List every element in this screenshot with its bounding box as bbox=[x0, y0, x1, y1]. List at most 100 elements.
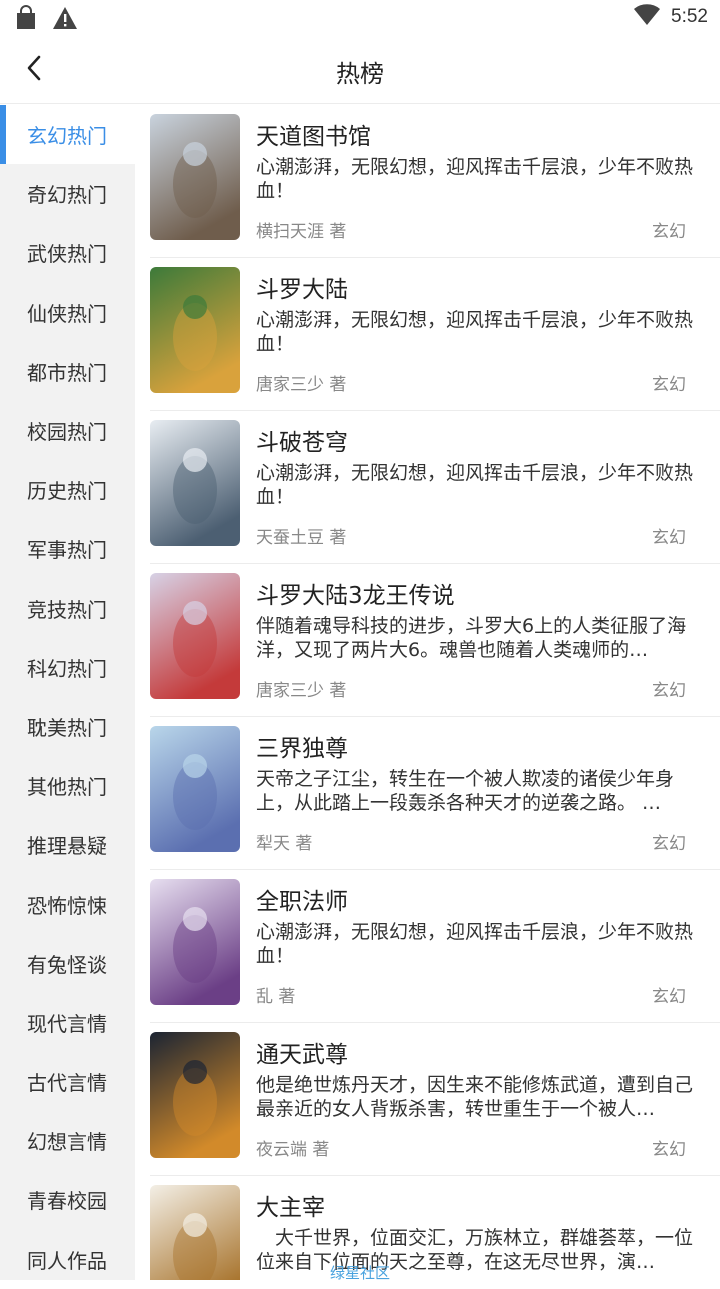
book-cover-image bbox=[150, 420, 240, 546]
sidebar-item-12[interactable]: 推理悬疑 bbox=[0, 815, 135, 874]
sidebar-item-label: 武侠热门 bbox=[27, 242, 107, 267]
sidebar-item-label: 科幻热门 bbox=[27, 656, 107, 681]
sidebar-item-label: 奇幻热门 bbox=[27, 183, 107, 208]
book-description: 大千世界，位面交汇，万族林立，群雄荟萃，一位位来自下位面的天之至尊，在这无尽世界… bbox=[256, 1227, 694, 1273]
book-list: 天道图书馆 心潮澎湃，无限幻想，迎风挥击千层浪，少年不败热血！ 横扫天涯 著玄幻 斗罗… bbox=[135, 105, 720, 1280]
book-description: 心潮澎湃，无限幻想，迎风挥击千层浪，少年不败热血！ bbox=[256, 156, 694, 202]
sidebar-item-17[interactable]: 幻想言情 bbox=[0, 1111, 135, 1170]
book-title: 斗罗大陆3龙王传说 bbox=[256, 583, 455, 609]
book-description: 伴随着魂导科技的进步，斗罗大6上的人类征服了海洋，又现了两片大6。魂兽也随着人类… bbox=[256, 615, 687, 661]
shopping-bag-icon bbox=[14, 5, 38, 35]
book-title: 全职法师 bbox=[256, 889, 348, 915]
book-cover-image bbox=[150, 267, 240, 393]
book-cover-image bbox=[150, 1185, 240, 1280]
book-genre: 玄幻 bbox=[652, 222, 686, 242]
book-description: 心潮澎湃，无限幻想，迎风挥击千层浪，少年不败热血！ bbox=[256, 921, 694, 967]
book-title: 三界独尊 bbox=[256, 736, 348, 762]
sidebar-item-label: 历史热门 bbox=[27, 479, 107, 504]
book-author: 夜云端 著 bbox=[256, 1140, 330, 1160]
sidebar-item-label: 都市热门 bbox=[27, 360, 107, 385]
book-author: 乱 著 bbox=[256, 987, 296, 1007]
sidebar-item-8[interactable]: 竞技热门 bbox=[0, 579, 135, 638]
book-description: 心潮澎湃，无限幻想，迎风挥击千层浪，少年不败热血！ bbox=[256, 462, 694, 508]
book-genre: 玄幻 bbox=[652, 987, 686, 1007]
cover-art bbox=[150, 1032, 240, 1158]
book-row[interactable]: 三界独尊天帝之子江尘，转生在一个被人欺凌的诸侯少年身上，从此踏上一段轰杀各种天才… bbox=[150, 717, 720, 870]
sidebar-item-label: 耽美热门 bbox=[27, 715, 107, 740]
status-bar: 5:52 bbox=[0, 0, 720, 38]
book-genre: 玄幻 bbox=[652, 375, 686, 395]
book-genre: 玄幻 bbox=[652, 528, 686, 548]
cover-art bbox=[150, 726, 240, 852]
sidebar-item-10[interactable]: 耽美热门 bbox=[0, 697, 135, 756]
sidebar-item-15[interactable]: 现代言情 bbox=[0, 993, 135, 1052]
sidebar-item-14[interactable]: 有兔怪谈 bbox=[0, 934, 135, 993]
book-genre: 玄幻 bbox=[652, 834, 686, 854]
book-row[interactable]: 斗罗大陆3龙王传说伴随着魂导科技的进步，斗罗大6上的人类征服了海洋，又现了两片大… bbox=[150, 564, 720, 717]
sidebar-item-11[interactable]: 其他热门 bbox=[0, 756, 135, 815]
sidebar-item-4[interactable]: 都市热门 bbox=[0, 342, 135, 401]
cover-art bbox=[150, 573, 240, 699]
cover-art bbox=[150, 1185, 240, 1280]
book-title: 通天武尊 bbox=[256, 1042, 348, 1068]
book-title: 大主宰 bbox=[256, 1195, 325, 1221]
sidebar-item-0[interactable]: 玄幻热门 bbox=[0, 105, 135, 165]
book-row[interactable]: 全职法师心潮澎湃，无限幻想，迎风挥击千层浪，少年不败热血！ 乱 著 玄幻 bbox=[150, 870, 720, 1023]
book-title: 斗破苍穹 bbox=[256, 430, 348, 456]
sidebar-item-5[interactable]: 校园热门 bbox=[0, 401, 135, 460]
sidebar-item-18[interactable]: 青春校园 bbox=[0, 1170, 135, 1229]
book-author: 唐家三少 著 bbox=[256, 375, 347, 395]
sidebar-item-1[interactable]: 奇幻热门 bbox=[0, 164, 135, 223]
book-genre: 玄幻 bbox=[652, 1140, 686, 1160]
sidebar-item-6[interactable]: 历史热门 bbox=[0, 460, 135, 519]
sidebar-item-label: 军事热门 bbox=[27, 538, 107, 563]
sidebar-item-16[interactable]: 古代言情 bbox=[0, 1052, 135, 1111]
book-row[interactable]: 斗破苍穹心潮澎湃，无限幻想，迎风挥击千层浪，少年不败热血！ 天蚕土豆 著 玄幻 bbox=[150, 411, 720, 564]
book-cover-image bbox=[150, 573, 240, 699]
book-cover-image bbox=[150, 879, 240, 1005]
book-author: 天蚕土豆 著 bbox=[256, 528, 347, 548]
sidebar-item-label: 古代言情 bbox=[27, 1071, 107, 1096]
sidebar-item-9[interactable]: 科幻热门 bbox=[0, 638, 135, 697]
page-title: 热榜 bbox=[336, 60, 384, 88]
book-cover-image bbox=[150, 726, 240, 852]
sidebar-item-label: 幻想言情 bbox=[27, 1130, 107, 1155]
book-description: 心潮澎湃，无限幻想，迎风挥击千层浪，少年不败热血！ bbox=[256, 309, 694, 355]
sidebar-item-label: 仙侠热门 bbox=[27, 301, 107, 326]
book-title: 天道图书馆 bbox=[256, 124, 371, 150]
book-row[interactable]: 天道图书馆心潮澎湃，无限幻想，迎风挥击千层浪，少年不败热血！ 横扫天涯 著 玄幻 bbox=[150, 105, 720, 258]
sidebar-item-2[interactable]: 武侠热门 bbox=[0, 223, 135, 282]
book-row[interactable]: 通天武尊他是绝世炼丹天才，因生来不能修炼武道，遭到自己最亲近的女人背叛杀害，转世… bbox=[150, 1023, 720, 1176]
sidebar-item-7[interactable]: 军事热门 bbox=[0, 519, 135, 578]
warning-icon bbox=[52, 6, 78, 34]
cover-art bbox=[150, 879, 240, 1005]
book-description: 天帝之子江尘，转生在一个被人欺凌的诸侯少年身上，从此踏上一段轰杀各种天才的逆袭之… bbox=[256, 768, 675, 814]
sidebar-item-label: 竞技热门 bbox=[27, 597, 107, 622]
sidebar-item-label: 推理悬疑 bbox=[27, 834, 107, 859]
sidebar-item-label: 现代言情 bbox=[27, 1011, 107, 1036]
cover-art bbox=[150, 267, 240, 393]
book-genre: 玄幻 bbox=[652, 681, 686, 701]
book-author: 犁天 著 bbox=[256, 834, 313, 854]
sidebar-item-label: 恐怖惊悚 bbox=[27, 893, 107, 918]
book-cover-image bbox=[150, 1032, 240, 1158]
sidebar-item-3[interactable]: 仙侠热门 bbox=[0, 283, 135, 342]
book-author: 唐家三少 著 bbox=[256, 681, 347, 701]
sidebar-item-label: 校园热门 bbox=[27, 420, 107, 445]
book-row[interactable]: 大主宰 大千世界，位面交汇，万族林立，群雄荟萃，一位位来自下位面的天之至尊，在这… bbox=[150, 1176, 720, 1280]
status-time: 5:52 bbox=[671, 6, 708, 27]
sidebar-item-label: 同人作品 bbox=[27, 1248, 107, 1273]
sidebar-item-label: 玄幻热门 bbox=[27, 124, 107, 149]
book-description: 他是绝世炼丹天才，因生来不能修炼武道，遭到自己最亲近的女人背叛杀害，转世重生于一… bbox=[256, 1074, 694, 1120]
book-cover-image bbox=[150, 114, 240, 240]
cover-art bbox=[150, 420, 240, 546]
top-app-bar: 热榜 bbox=[0, 38, 720, 104]
book-row[interactable]: 斗罗大陆心潮澎湃，无限幻想，迎风挥击千层浪，少年不败热血！ 唐家三少 著 玄幻 bbox=[150, 258, 720, 411]
book-title: 斗罗大陆 bbox=[256, 277, 348, 303]
book-author: 横扫天涯 著 bbox=[256, 222, 347, 242]
wifi-icon bbox=[633, 4, 661, 30]
category-sidebar: 玄幻热门奇幻热门武侠热门仙侠热门都市热门校园热门历史热门军事热门竞技热门科幻热门… bbox=[0, 105, 135, 1280]
sidebar-item-label: 其他热门 bbox=[27, 775, 107, 800]
cover-art bbox=[150, 114, 240, 240]
sidebar-item-13[interactable]: 恐怖惊悚 bbox=[0, 874, 135, 933]
